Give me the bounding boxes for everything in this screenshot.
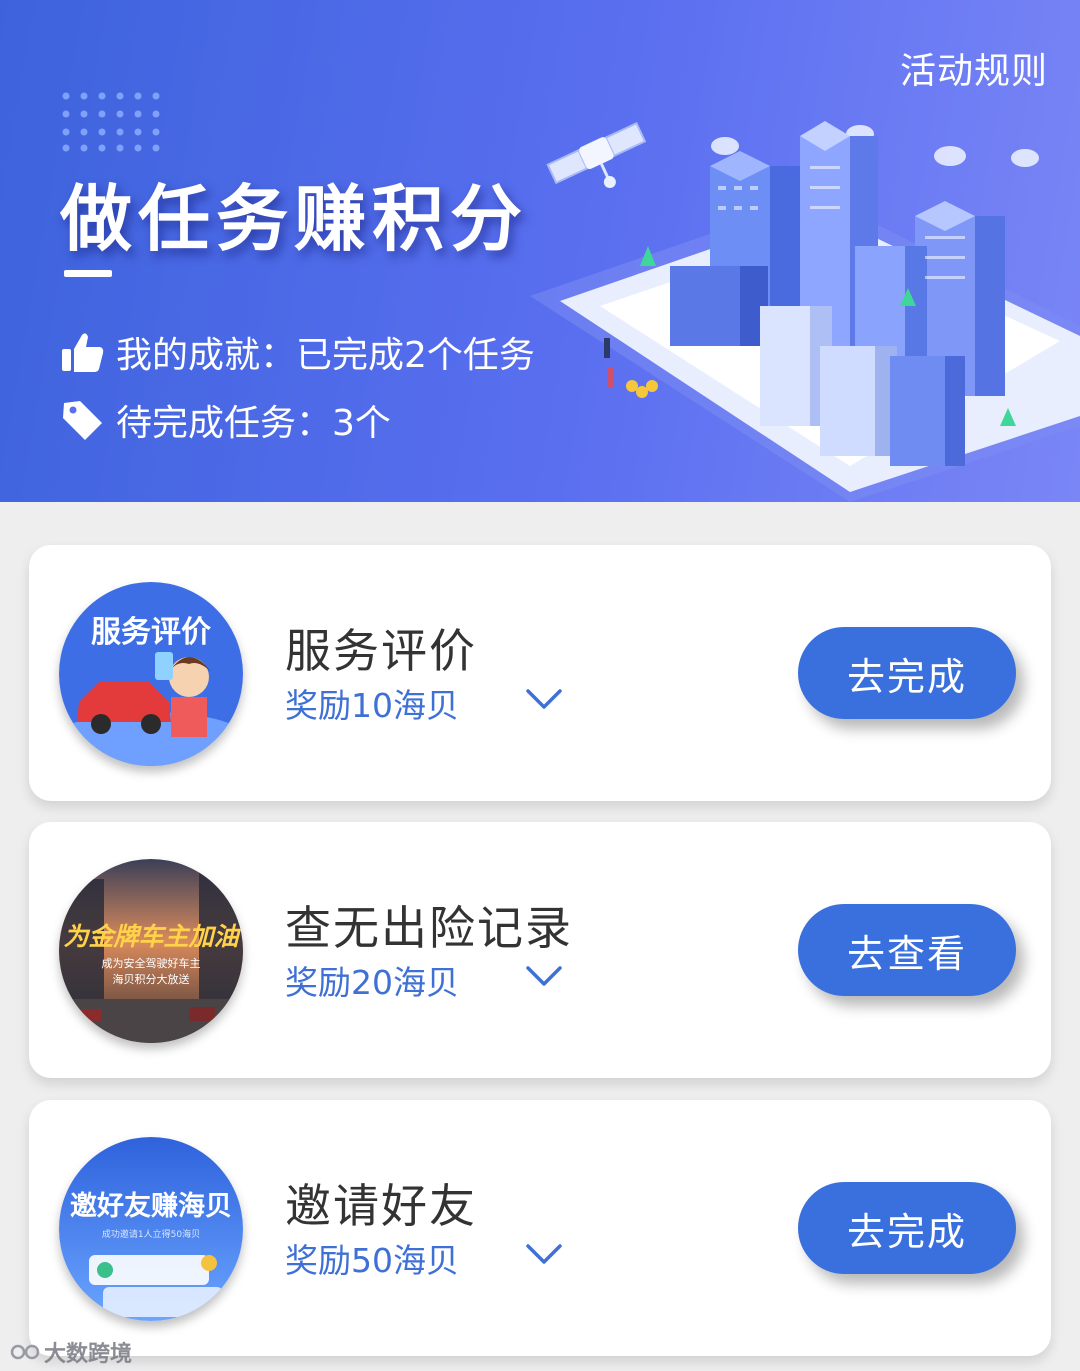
- go-complete-button[interactable]: 去完成: [798, 627, 1016, 719]
- watermark: 大数跨境: [10, 1336, 132, 1368]
- thumb-text: 为金牌车主加油: [63, 922, 241, 951]
- watermark-text: 大数跨境: [44, 1342, 133, 1367]
- task-card-no-claims: 为金牌车主加油 成为安全驾驶好车主 海贝积分大放送 查无出险记录 奖励20海贝 …: [29, 822, 1051, 1078]
- task-reward: 奖励50海贝: [285, 1241, 459, 1280]
- thumb-text: 邀好友赚海贝: [70, 1191, 232, 1222]
- chevron-down-icon[interactable]: [524, 960, 564, 990]
- tag-icon: [63, 401, 102, 440]
- thumb-subtext: 成功邀请1人立得50海贝: [102, 1228, 200, 1240]
- task-thumbnail: 服务评价: [59, 582, 243, 766]
- thumbs-up-icon: [62, 333, 104, 372]
- header-banner: 活动规则 做任务赚积分 我的成就：已完成2个任务 待完成任务：3个: [0, 0, 1080, 502]
- go-view-button[interactable]: 去查看: [798, 904, 1016, 996]
- task-thumbnail: 邀好友赚海贝 成功邀请1人立得50海贝: [59, 1137, 243, 1321]
- thumb-subtext: 成为安全驾驶好车主: [102, 956, 201, 970]
- title-underline: [64, 270, 112, 277]
- activity-rules-link[interactable]: 活动规则: [900, 42, 1048, 94]
- task-name: 邀请好友: [285, 1179, 477, 1233]
- pending-row: 待完成任务：3个: [60, 394, 391, 446]
- task-reward: 奖励10海贝: [285, 686, 459, 725]
- city-illustration: [530, 121, 1080, 502]
- chevron-down-icon[interactable]: [524, 683, 564, 713]
- chevron-down-icon[interactable]: [524, 1238, 564, 1268]
- thumb-text: 服务评价: [91, 615, 211, 650]
- task-reward: 奖励20海贝: [285, 963, 459, 1002]
- pending-text: 待完成任务：3个: [116, 403, 391, 444]
- task-name: 查无出险记录: [285, 901, 573, 955]
- go-complete-button[interactable]: 去完成: [798, 1182, 1016, 1274]
- task-thumbnail: 为金牌车主加油 成为安全驾驶好车主 海贝积分大放送: [59, 859, 243, 1043]
- task-card-invite-friends: 邀好友赚海贝 成功邀请1人立得50海贝 邀请好友 奖励50海贝 去完成: [29, 1100, 1051, 1356]
- achievement-text: 我的成就：已完成2个任务: [116, 335, 535, 376]
- watermark-logo-icon: [10, 1344, 40, 1360]
- task-card-service-review: 服务评价 服务评价 奖励10海贝 去完成: [29, 545, 1051, 801]
- page-title: 做任务赚积分: [60, 177, 529, 261]
- task-name: 服务评价: [285, 624, 477, 678]
- decorative-dots: [62, 92, 160, 152]
- achievement-row: 我的成就：已完成2个任务: [60, 326, 535, 378]
- thumb-subtext: 海贝积分大放送: [113, 972, 190, 986]
